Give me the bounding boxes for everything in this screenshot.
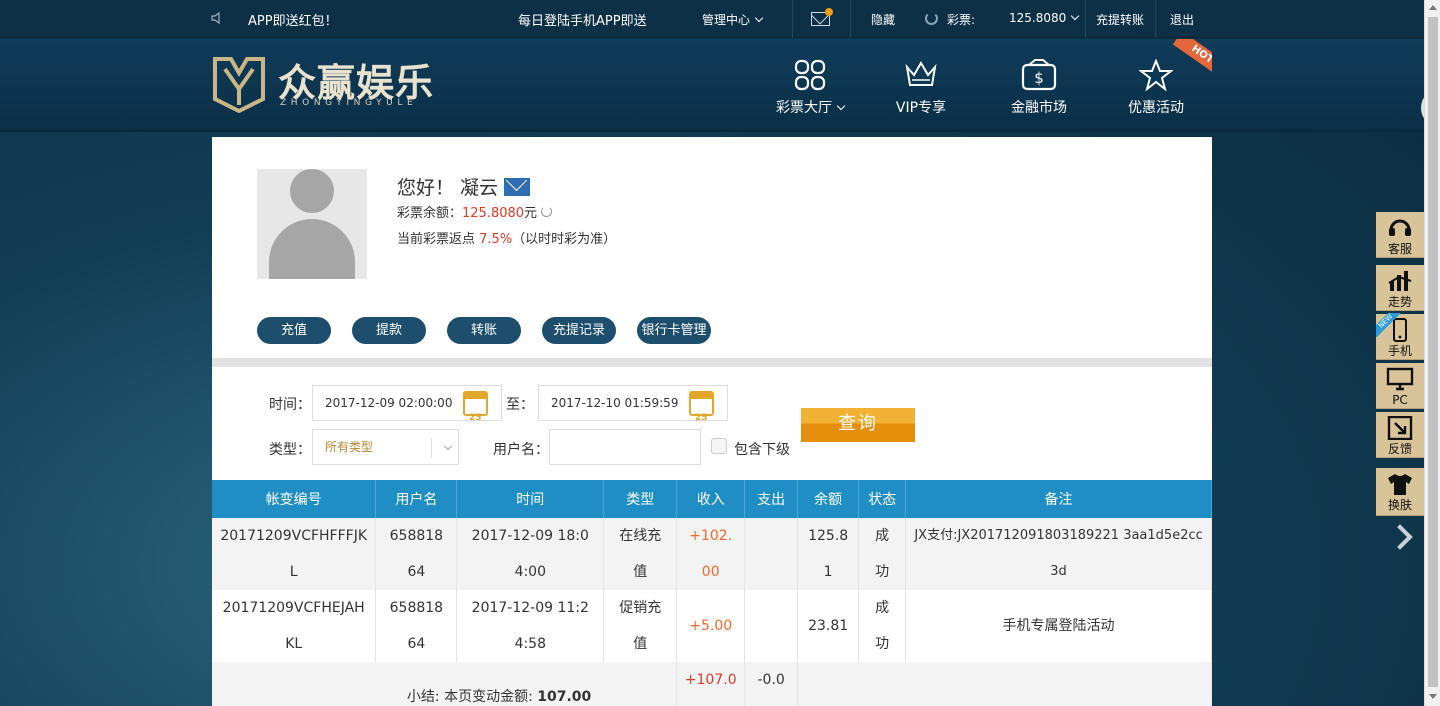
- top-bar: APP即送红包！ 每日登陆手机APP即送 管理中心 隐藏 彩票: 125.808…: [0, 0, 1424, 38]
- col-type: 类型: [603, 480, 678, 518]
- col-balance: 余额: [797, 480, 860, 518]
- calendar-icon[interactable]: 25: [463, 391, 488, 423]
- rebate-value: 7.5%: [479, 232, 513, 247]
- chevron-down-icon: [754, 13, 764, 23]
- logout-link[interactable]: 退出: [1170, 11, 1194, 28]
- time-label: 时间：: [269, 397, 311, 413]
- logo-subtitle: ZHONGYINGYULE: [280, 98, 418, 108]
- side-customer-service[interactable]: 客服: [1376, 212, 1424, 258]
- transactions-table: 帐变编号 用户名 时间 类型 收入 支出 余额 状态 备注 20171209VC…: [212, 480, 1212, 706]
- col-status: 状态: [858, 480, 907, 518]
- username-label: 用户名：: [493, 442, 549, 458]
- type-label: 类型：: [269, 442, 311, 458]
- balance-line: 彩票余额：125.8080元: [397, 202, 553, 221]
- side-pc[interactable]: PC: [1376, 363, 1424, 409]
- speaker-icon: [211, 11, 223, 27]
- message-envelope-icon[interactable]: [504, 178, 531, 196]
- new-tag: NEW: [1376, 313, 1400, 337]
- side-trend[interactable]: 走势: [1376, 265, 1424, 311]
- start-date-input[interactable]: 2017-12-09 02:00:00 25: [312, 385, 502, 423]
- logo-icon[interactable]: [213, 55, 265, 113]
- type-select[interactable]: 所有类型: [312, 429, 459, 465]
- greeting: 您好！ 凝云: [397, 173, 531, 200]
- wallet-icon: $: [1021, 59, 1057, 91]
- nav-lottery-hall[interactable]: 彩票大厅: [760, 59, 860, 117]
- include-sub-label: 包含下级: [734, 442, 790, 458]
- scroll-up-icon[interactable]: [1429, 5, 1437, 10]
- col-username: 用户名: [375, 480, 458, 518]
- calendar-icon[interactable]: 25: [689, 391, 714, 423]
- chevron-down-icon: [836, 101, 846, 111]
- lottery-balance-menu[interactable]: 125.8080: [1009, 11, 1080, 25]
- chevron-right-icon[interactable]: [1387, 524, 1413, 550]
- avatar: [257, 169, 367, 279]
- bank-card-button[interactable]: 银行卡管理: [637, 317, 711, 344]
- col-income: 收入: [676, 480, 746, 518]
- hide-balance-link[interactable]: 隐藏: [871, 11, 895, 28]
- side-feedback[interactable]: 反馈: [1376, 412, 1424, 458]
- scroll-down-icon[interactable]: [1429, 694, 1437, 699]
- marquee-text-2: 每日登陆手机APP即送: [518, 14, 647, 29]
- recharge-transfer-link[interactable]: 充提转账: [1096, 11, 1144, 28]
- svg-text:$: $: [1034, 69, 1044, 87]
- shirt-icon: [1376, 472, 1424, 498]
- notification-dot: [825, 8, 833, 16]
- feedback-icon: [1376, 415, 1424, 442]
- table-row[interactable]: 20171209VCFHFFFJKL 65881864 2017-12-09 1…: [212, 518, 1212, 590]
- recharge-button[interactable]: 充值: [257, 317, 331, 344]
- username-input[interactable]: [549, 429, 701, 465]
- rebate-line: 当前彩票返点 7.5%（以时时彩为准）: [397, 232, 617, 247]
- scrollbar-thumb[interactable]: [1428, 17, 1438, 687]
- marquee-text: APP即送红包！: [248, 14, 338, 29]
- transfer-button[interactable]: 转账: [447, 317, 521, 344]
- refresh-icon[interactable]: [541, 206, 553, 217]
- lottery-label: 彩票:: [947, 13, 976, 27]
- withdraw-button[interactable]: 提款: [352, 317, 426, 344]
- chevron-down-icon: [443, 441, 453, 451]
- nav-finance[interactable]: $ 金融市场: [989, 59, 1089, 117]
- records-button[interactable]: 充提记录: [542, 317, 616, 344]
- divider: [212, 358, 1212, 367]
- chevron-down-icon: [1071, 11, 1080, 21]
- hot-badge: HOT: [1168, 39, 1212, 83]
- refresh-icon[interactable]: [925, 12, 938, 25]
- col-remark: 备注: [905, 480, 1212, 518]
- grid-icon: [794, 59, 826, 91]
- table-row[interactable]: 20171209VCFHEJAHKL 65881864 2017-12-09 1…: [212, 590, 1212, 662]
- col-id: 帐变编号: [212, 480, 377, 518]
- crown-icon: [905, 61, 937, 86]
- monitor-icon: [1376, 367, 1424, 393]
- account-panel: 您好！ 凝云 彩票余额：125.8080元 当前彩票返点 7.5%（以时时彩为准…: [212, 137, 1212, 706]
- side-skin[interactable]: 换肤: [1376, 468, 1424, 516]
- balance-value: 125.8080: [462, 206, 525, 221]
- query-button[interactable]: 查询: [801, 408, 915, 442]
- table-header: 帐变编号 用户名 时间 类型 收入 支出 余额 状态 备注: [212, 480, 1212, 518]
- subtotal-expense: -0.0: [744, 662, 799, 706]
- subtotal-income: +107.0: [676, 662, 746, 706]
- headset-icon: [1376, 216, 1424, 242]
- col-time: 时间: [456, 480, 605, 518]
- nav-vip[interactable]: VIP专享: [871, 59, 971, 117]
- end-date-input[interactable]: 2017-12-10 01:59:59 25: [538, 385, 728, 423]
- to-label: 至：: [506, 397, 534, 413]
- subtotal-row: 小结: 本页变动金额: 107.00 +107.0 -0.0: [212, 662, 1212, 706]
- scrollbar[interactable]: [1424, 0, 1440, 706]
- manage-center-menu[interactable]: 管理中心: [702, 11, 764, 28]
- include-sub-checkbox[interactable]: [711, 438, 727, 454]
- trend-icon: [1376, 269, 1424, 295]
- col-expense: 支出: [744, 480, 799, 518]
